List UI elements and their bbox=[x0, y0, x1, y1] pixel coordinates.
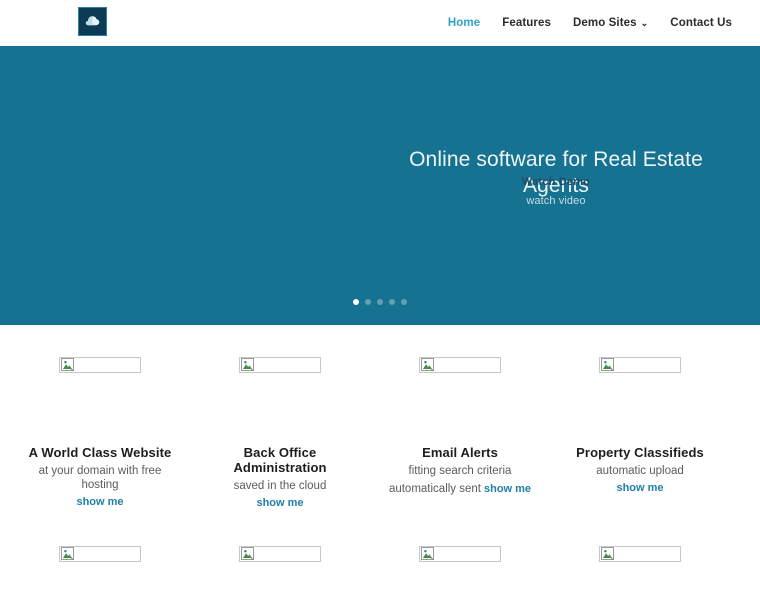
feature-title-1: A World Class Website bbox=[28, 445, 172, 460]
feature-row-2 bbox=[0, 545, 760, 563]
hero-watch-video-label: watch video bbox=[526, 195, 586, 207]
feature-image-2[interactable] bbox=[239, 356, 321, 373]
feature-body-1: A World Class Website at your domain wit… bbox=[20, 374, 180, 510]
nav-item-home[interactable]: Home bbox=[437, 0, 491, 46]
feature-image-6[interactable] bbox=[239, 545, 321, 562]
feature-link-1[interactable]: show me bbox=[76, 496, 123, 508]
feature-title-3: Email Alerts bbox=[422, 445, 498, 460]
slider-dot-2[interactable] bbox=[365, 299, 371, 305]
broken-image-icon bbox=[601, 547, 614, 561]
nav-item-home-label: Home bbox=[447, 17, 481, 29]
feature-card-row2-1 bbox=[20, 545, 180, 563]
feature-image-8[interactable] bbox=[599, 545, 681, 562]
hero-watch-demo-link[interactable]: Watch Demo bbox=[380, 176, 732, 188]
feature-desc-3: fitting search criteria bbox=[408, 465, 512, 477]
features-section: A World Class Website at your domain wit… bbox=[0, 325, 760, 563]
broken-image-icon bbox=[421, 547, 434, 561]
brand-logo[interactable] bbox=[78, 7, 107, 36]
feature-link-2[interactable]: show me bbox=[256, 497, 303, 509]
slider-dot-4[interactable] bbox=[389, 299, 395, 305]
broken-image-icon bbox=[241, 358, 254, 372]
slider-dot-5[interactable] bbox=[401, 299, 407, 305]
feature-link-3[interactable]: show me bbox=[484, 482, 531, 496]
feature-body-2: Back Office Administration saved in the … bbox=[200, 374, 360, 511]
broken-image-icon bbox=[601, 358, 614, 372]
header-inner: Home Features Demo Sites ⌄ Contact Us bbox=[0, 0, 760, 46]
feature-card-back-office-administration: Back Office Administration saved in the … bbox=[200, 356, 360, 511]
slider-dots bbox=[0, 299, 760, 305]
main-nav: Home Features Demo Sites ⌄ Contact Us bbox=[437, 0, 743, 46]
nav-item-contact-us[interactable]: Contact Us bbox=[659, 0, 743, 46]
nav-item-contact-us-label: Contact Us bbox=[670, 17, 732, 29]
feature-title-4: Property Classifieds bbox=[576, 445, 704, 460]
hero-title: Online software for Real Estate Agents bbox=[409, 148, 703, 197]
feature-image-7[interactable] bbox=[419, 545, 501, 562]
feature-image-3[interactable] bbox=[419, 356, 501, 373]
feature-desc-3-line2: automatically sent show me bbox=[380, 482, 540, 496]
site-header: Home Features Demo Sites ⌄ Contact Us bbox=[0, 0, 760, 46]
hero-content: Online software for Real Estate Agents W… bbox=[380, 46, 732, 325]
feature-desc-2: saved in the cloud bbox=[233, 480, 327, 492]
slider-dot-1[interactable] bbox=[353, 299, 359, 305]
feature-body-4: Property Classifieds automatic upload sh… bbox=[560, 374, 720, 496]
nav-item-demo-sites[interactable]: Demo Sites ⌄ bbox=[562, 0, 659, 46]
nav-item-features[interactable]: Features bbox=[491, 0, 562, 46]
feature-card-world-class-website: A World Class Website at your domain wit… bbox=[20, 356, 180, 511]
feature-card-row2-2 bbox=[200, 545, 360, 563]
feature-desc-3-line2-text: automatically sent bbox=[388, 483, 481, 495]
feature-card-property-classifieds: Property Classifieds automatic upload sh… bbox=[560, 356, 720, 511]
broken-image-icon bbox=[61, 547, 74, 561]
feature-card-row2-4 bbox=[560, 545, 720, 563]
broken-image-icon bbox=[421, 358, 434, 372]
feature-image-4[interactable] bbox=[599, 356, 681, 373]
feature-image-5[interactable] bbox=[59, 545, 141, 562]
feature-image-1[interactable] bbox=[59, 356, 141, 373]
hero-banner: Online software for Real Estate Agents W… bbox=[0, 46, 760, 325]
broken-image-icon bbox=[241, 547, 254, 561]
page-root: Home Features Demo Sites ⌄ Contact Us Onl… bbox=[0, 0, 760, 600]
feature-link-4[interactable]: show me bbox=[616, 482, 663, 494]
slider-dot-3[interactable] bbox=[377, 299, 383, 305]
feature-title-2: Back Office Administration bbox=[233, 445, 327, 475]
feature-row-1: A World Class Website at your domain wit… bbox=[0, 356, 760, 511]
feature-body-3: Email Alerts fitting search criteria aut… bbox=[380, 374, 540, 496]
broken-image-icon bbox=[61, 358, 74, 372]
cloud-icon bbox=[83, 12, 102, 31]
feature-desc-1: at your domain with free hosting bbox=[38, 465, 162, 491]
feature-card-email-alerts: Email Alerts fitting search criteria aut… bbox=[380, 356, 540, 511]
nav-item-demo-sites-label: Demo Sites bbox=[573, 17, 637, 30]
nav-item-features-label: Features bbox=[502, 17, 551, 29]
feature-card-row2-3 bbox=[380, 545, 540, 563]
feature-desc-4: automatic upload bbox=[596, 465, 684, 477]
chevron-down-icon: ⌄ bbox=[640, 17, 649, 28]
